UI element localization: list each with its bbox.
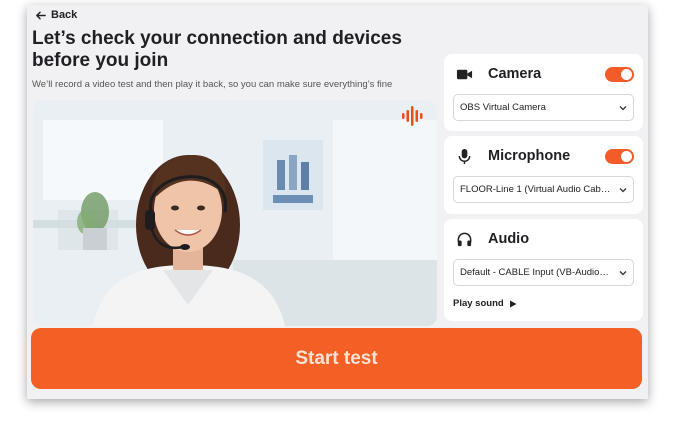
device-check-window: Back Let’s check your connection and dev…	[27, 5, 648, 399]
back-button[interactable]: Back	[35, 7, 77, 23]
microphone-icon	[453, 145, 475, 167]
chevron-down-icon	[619, 106, 627, 111]
play-icon	[509, 300, 517, 307]
camera-select-value: OBS Virtual Camera	[460, 102, 546, 113]
audio-panel: Audio Default - CABLE Input (VB-Audio Vi…	[444, 219, 643, 321]
arrow-left-icon	[36, 11, 46, 19]
camera-header: Camera	[453, 63, 634, 85]
chevron-down-icon	[619, 188, 627, 193]
page-subtitle: We’ll record a video test and then play …	[32, 79, 393, 90]
microphone-header: Microphone	[453, 145, 634, 167]
video-preview	[33, 100, 437, 326]
page-title: Let’s check your connection and devices …	[32, 28, 402, 71]
webcam-feed-image	[33, 100, 437, 326]
camera-label: Camera	[488, 66, 542, 82]
back-label: Back	[51, 9, 78, 21]
camera-select[interactable]: OBS Virtual Camera	[453, 94, 634, 121]
play-sound-button[interactable]: Play sound	[453, 298, 517, 309]
play-sound-label: Play sound	[453, 298, 504, 309]
audio-select-value: Default - CABLE Input (VB-Audio Virtual …	[460, 267, 611, 278]
camera-panel: Camera OBS Virtual Camera	[444, 54, 643, 131]
microphone-select-value: FLOOR-Line 1 (Virtual Audio Cable)	[460, 184, 611, 195]
headphones-icon	[453, 228, 475, 250]
microphone-label: Microphone	[488, 148, 571, 164]
video-camera-icon	[453, 63, 475, 85]
audio-label: Audio	[488, 231, 530, 247]
audio-header: Audio	[453, 228, 634, 250]
audio-select[interactable]: Default - CABLE Input (VB-Audio Virtual …	[453, 259, 634, 286]
microphone-toggle[interactable]	[605, 148, 634, 164]
audio-waveform-icon	[402, 106, 423, 126]
camera-toggle[interactable]	[605, 66, 634, 82]
start-test-button[interactable]: Start test	[31, 328, 642, 389]
microphone-select[interactable]: FLOOR-Line 1 (Virtual Audio Cable)	[453, 176, 634, 203]
chevron-down-icon	[619, 271, 627, 276]
microphone-panel: Microphone FLOOR-Line 1 (Virtual Audio C…	[444, 136, 643, 214]
